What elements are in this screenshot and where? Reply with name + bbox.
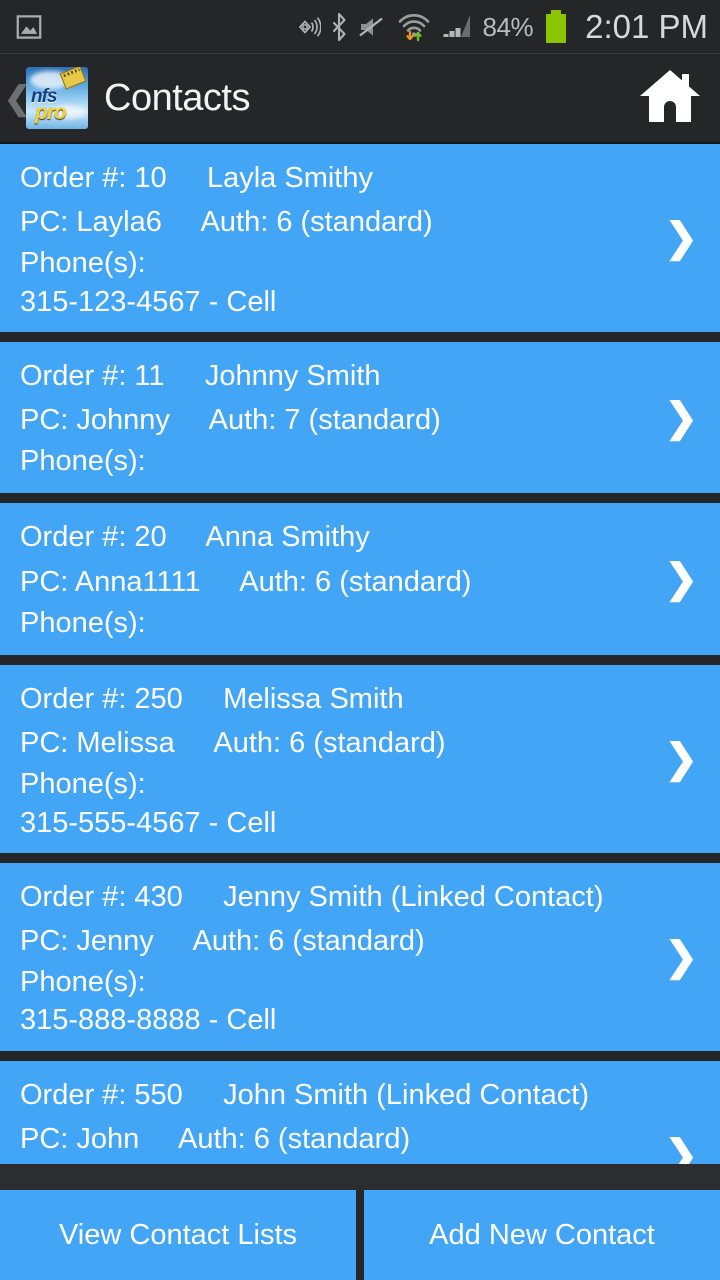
contact-phone-number: 315-123-4567 - Cell: [20, 285, 277, 318]
chevron-right-icon[interactable]: ❯: [664, 559, 698, 599]
mute-icon: [357, 13, 387, 41]
home-button[interactable]: [634, 67, 706, 129]
contacts-list: Order #: 10 Layla Smithy PC: Layla6 Auth…: [0, 144, 720, 1164]
chevron-right-icon[interactable]: ❯: [664, 218, 698, 258]
contact-phone-number: 315-888-8888 - Cell: [20, 1004, 277, 1037]
contact-phone-label: Phone(s):: [20, 247, 146, 280]
back-chevron-icon[interactable]: ❮: [4, 82, 31, 114]
home-icon: [638, 67, 702, 130]
contact-order-line: Order #: 250 Melissa Smith: [20, 683, 404, 716]
bottom-button-divider: [356, 1190, 364, 1280]
clock-label: 2:01 PM: [585, 8, 708, 45]
title-bar: ❮ nfs pro Contacts: [0, 54, 720, 144]
contact-pc-auth-line: PC: Johnny Auth: 7 (standard): [20, 403, 441, 436]
bluetooth-icon: [331, 12, 347, 42]
contact-order-line: Order #: 430 Jenny Smith (Linked Contact…: [20, 880, 604, 913]
bottom-action-bar: View Contact Lists Add New Contact: [0, 1190, 720, 1280]
contact-phone-label: Phone(s):: [20, 445, 146, 477]
bottom-gap-spacer: [0, 1164, 720, 1190]
chevron-right-icon[interactable]: ❯: [664, 937, 698, 977]
chevron-right-icon[interactable]: ❯: [664, 398, 698, 438]
contact-phone-label: Phone(s):: [20, 966, 146, 999]
contact-pc-auth-line: PC: Anna1111 Auth: 6 (standard): [20, 565, 472, 598]
contact-phone-number: 315-555-4567 - Cell: [20, 806, 277, 839]
logo-secondary-text: pro: [35, 101, 67, 124]
contact-pc-auth-line: PC: Layla6 Auth: 6 (standard): [20, 206, 433, 239]
logo-tag-decor: [59, 67, 87, 90]
contact-order-line: Order #: 10 Layla Smithy: [20, 162, 373, 194]
status-bar-notifications: [14, 12, 44, 42]
table-row[interactable]: Order #: 10 Layla Smithy PC: Layla6 Auth…: [0, 144, 720, 342]
app-logo-icon[interactable]: nfs pro: [26, 67, 88, 129]
contact-phone-label: Phone(s):: [20, 768, 146, 801]
chevron-right-icon[interactable]: ❯: [664, 739, 698, 779]
page-title: Contacts: [104, 77, 250, 119]
table-row[interactable]: Order #: 550 John Smith (Linked Contact)…: [0, 1060, 720, 1165]
contact-order-line: Order #: 550 John Smith (Linked Contact): [20, 1078, 589, 1111]
table-row[interactable]: Order #: 20 Anna Smithy PC: Anna1111 Aut…: [0, 503, 720, 666]
contact-pc-auth-line: PC: John Auth: 6 (standard): [20, 1122, 411, 1155]
wifi-transfer-icon: [397, 12, 431, 42]
chevron-right-icon[interactable]: ❯: [664, 1135, 698, 1164]
signal-icon: [441, 13, 473, 41]
battery-percent-label: 84%: [482, 11, 534, 42]
battery-icon: [543, 9, 569, 45]
status-bar: 84% 2:01 PM: [0, 0, 720, 54]
gps-icon: [291, 13, 321, 41]
status-bar-system-icons: 84% 2:01 PM: [291, 9, 708, 45]
app-screen: 84% 2:01 PM ❮ nfs pro Contacts Order #: …: [0, 0, 720, 1280]
table-row[interactable]: Order #: 250 Melissa Smith PC: Melissa A…: [0, 665, 720, 863]
contact-pc-auth-line: PC: Jenny Auth: 6 (standard): [20, 924, 425, 957]
contact-order-line: Order #: 11 Johnny Smith: [20, 359, 381, 392]
contact-pc-auth-line: PC: Melissa Auth: 6 (standard): [20, 727, 446, 760]
contact-order-line: Order #: 20 Anna Smithy: [20, 521, 370, 554]
image-icon: [14, 12, 44, 42]
add-new-contact-button[interactable]: Add New Contact: [364, 1190, 720, 1280]
table-row[interactable]: Order #: 11 Johnny Smith PC: Johnny Auth…: [0, 341, 720, 504]
view-contact-lists-button[interactable]: View Contact Lists: [0, 1190, 356, 1280]
contact-phone-label: Phone(s):: [20, 1161, 650, 1165]
contact-phone-label: Phone(s):: [20, 606, 146, 639]
table-row[interactable]: Order #: 430 Jenny Smith (Linked Contact…: [0, 862, 720, 1061]
